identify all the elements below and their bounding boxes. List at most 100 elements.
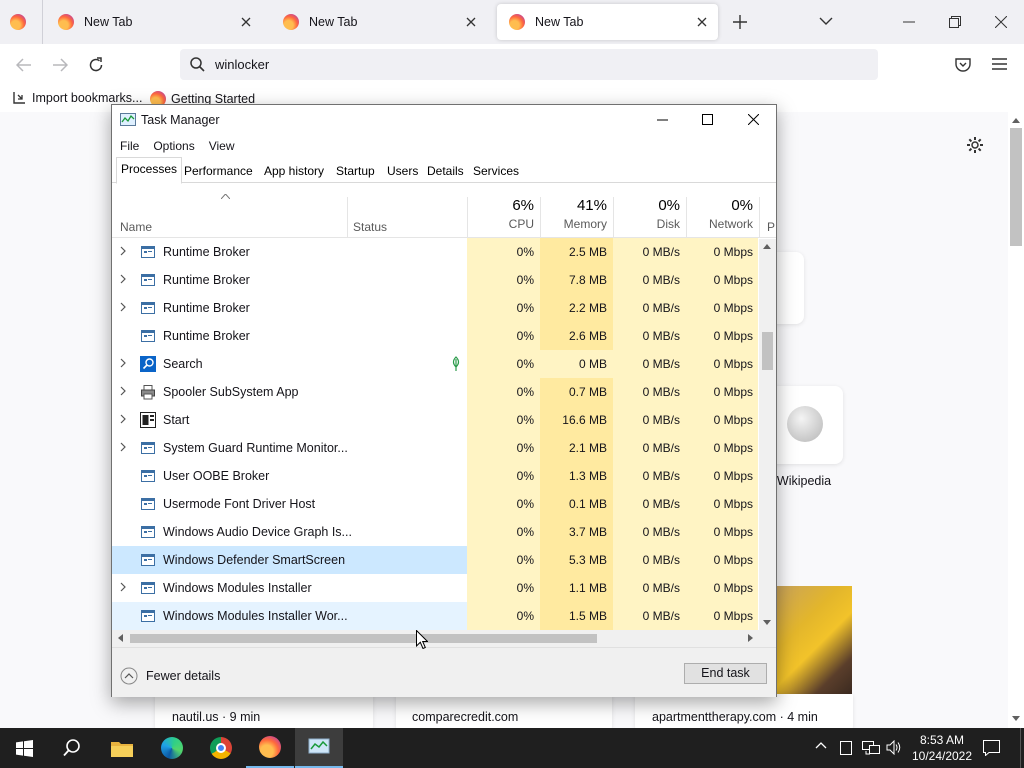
forward-icon[interactable] <box>52 58 68 72</box>
memory-cell: 16.6 MB <box>562 413 607 427</box>
search-icon[interactable] <box>48 728 96 768</box>
browser-tab[interactable]: New Tab <box>46 4 262 40</box>
firefox-icon[interactable] <box>246 728 294 768</box>
expand-chevron-icon[interactable] <box>120 302 126 312</box>
task-manager-icon[interactable] <box>295 728 343 768</box>
pocket-icon[interactable] <box>955 57 971 72</box>
chrome-icon[interactable] <box>197 728 245 768</box>
settings-gear-icon[interactable] <box>966 136 984 154</box>
process-row[interactable]: User OOBE Broker 0% 1.3 MB 0 MB/s 0 Mbps <box>112 462 758 490</box>
maximize-icon[interactable] <box>702 114 713 125</box>
show-desktop-button[interactable] <box>1020 728 1024 768</box>
expand-chevron-icon[interactable] <box>120 442 126 452</box>
end-task-button[interactable]: End task <box>684 663 767 684</box>
horizontal-scrollbar[interactable] <box>112 630 776 647</box>
new-tab-icon[interactable] <box>733 15 747 29</box>
column-cpu[interactable]: 6% CPU <box>468 197 534 231</box>
tablet-icon[interactable] <box>840 741 852 755</box>
expand-chevron-icon[interactable] <box>120 386 126 396</box>
tab-processes[interactable]: Processes <box>116 157 183 184</box>
disk-cell: 0 MB/s <box>642 273 680 287</box>
browser-tab[interactable]: New Tab <box>271 4 487 40</box>
menu-file[interactable]: File <box>120 135 139 157</box>
horizontal-scroll-thumb[interactable] <box>130 634 597 643</box>
network-icon[interactable] <box>862 741 880 755</box>
menu-options[interactable]: Options <box>153 135 194 157</box>
sort-up-icon <box>221 194 230 199</box>
network-label: Network <box>708 217 753 231</box>
process-row[interactable]: Windows Modules Installer 0% 1.1 MB 0 MB/s 0… <box>112 574 758 602</box>
hamburger-menu-icon[interactable] <box>992 58 1007 70</box>
import-bookmarks-link[interactable]: Import bookmarks... <box>12 91 142 105</box>
process-row[interactable]: Runtime Broker 0% 2.6 MB 0 MB/s 0 Mbps <box>112 322 758 350</box>
windows-start-icon[interactable] <box>0 728 48 768</box>
url-text[interactable]: winlocker <box>215 57 269 72</box>
tab-app-history[interactable]: App history <box>259 159 329 183</box>
clock[interactable]: 8:53 AM 10/24/2022 <box>910 732 974 764</box>
column-network[interactable]: 0% Network <box>687 197 753 231</box>
reload-icon[interactable] <box>88 57 104 73</box>
close-tab-icon[interactable] <box>234 10 258 34</box>
vertical-scrollbar[interactable] <box>759 239 776 630</box>
title-bar[interactable]: Task Manager <box>112 105 776 135</box>
cpu-cell: 0% <box>516 581 534 595</box>
tab-startup[interactable]: Startup <box>331 159 380 183</box>
network-cell: 0 Mbps <box>713 301 753 315</box>
fewer-details-toggle[interactable]: Fewer details <box>120 667 220 685</box>
process-row[interactable]: Runtime Broker 0% 2.5 MB 0 MB/s 0 Mbps <box>112 238 758 266</box>
network-cell: 0 Mbps <box>713 581 753 595</box>
network-total: 0% <box>731 197 753 214</box>
show-hidden-icons-chevron-icon[interactable] <box>815 742 827 749</box>
tab-details[interactable]: Details <box>422 159 469 183</box>
column-status[interactable]: Status <box>353 220 387 234</box>
restore-icon[interactable] <box>949 16 961 28</box>
minimize-icon[interactable] <box>903 21 915 23</box>
network-cell: 0 Mbps <box>713 273 753 287</box>
column-disk[interactable]: 0% Disk <box>614 197 680 231</box>
expand-chevron-icon[interactable] <box>120 246 126 256</box>
story-thumbnail-image[interactable] <box>777 586 852 694</box>
process-row[interactable]: Runtime Broker 0% 7.8 MB 0 MB/s 0 Mbps <box>112 266 758 294</box>
process-row[interactable]: Windows Defender SmartScreen 0% 5.3 MB 0 MB… <box>112 546 758 574</box>
process-row[interactable]: System Guard Runtime Monitor... 0% 2.1 MB 0… <box>112 434 758 462</box>
list-tabs-chevron-icon[interactable] <box>819 17 833 26</box>
tab-performance[interactable]: Performance <box>179 159 258 183</box>
back-icon[interactable] <box>16 58 32 72</box>
expand-chevron-icon[interactable] <box>120 274 126 284</box>
expand-chevron-icon[interactable] <box>120 582 126 592</box>
column-memory[interactable]: 41% Memory <box>541 197 607 231</box>
process-row[interactable]: Windows Modules Installer Wor... 0% 1.5 MB… <box>112 602 758 630</box>
story-source: comparecredit.com <box>412 710 519 724</box>
firefox-view-icon[interactable] <box>10 14 26 30</box>
page-scrollbar[interactable] <box>1008 112 1024 728</box>
app-window-icon <box>140 440 156 456</box>
close-tab-icon[interactable] <box>690 10 714 34</box>
column-name[interactable]: Name <box>120 220 152 234</box>
process-row[interactable]: Usermode Font Driver Host 0% 0.1 MB 0 MB/s 0… <box>112 490 758 518</box>
notifications-icon[interactable] <box>983 740 1000 756</box>
process-row[interactable]: Search 0% 0 MB 0 MB/s 0 Mbps <box>112 350 758 378</box>
tab-services[interactable]: Services <box>468 159 524 183</box>
app-window-icon <box>140 552 156 568</box>
edge-icon[interactable] <box>148 728 196 768</box>
menu-view[interactable]: View <box>209 135 235 157</box>
browser-tab-active[interactable]: New Tab <box>497 4 718 40</box>
expand-chevron-icon[interactable] <box>120 358 126 368</box>
process-row[interactable]: Windows Audio Device Graph Is... 0% 3.7 MB… <box>112 518 758 546</box>
minimize-icon[interactable] <box>657 119 668 121</box>
process-row[interactable]: Spooler SubSystem App 0% 0.7 MB 0 MB/s 0 Mbp… <box>112 378 758 406</box>
expand-chevron-icon[interactable] <box>120 414 126 424</box>
url-bar[interactable] <box>180 49 878 80</box>
tab-users[interactable]: Users <box>382 159 423 183</box>
cpu-cell: 0% <box>516 273 534 287</box>
process-row[interactable]: Start 0% 16.6 MB 0 MB/s 0 Mbps <box>112 406 758 434</box>
file-explorer-icon[interactable] <box>98 728 146 768</box>
close-tab-icon[interactable] <box>459 10 483 34</box>
close-window-icon[interactable] <box>995 16 1007 28</box>
column-power[interactable]: P <box>767 220 775 234</box>
vertical-scroll-thumb[interactable] <box>762 332 773 370</box>
process-list: Runtime Broker 0% 2.5 MB 0 MB/s 0 Mbps Runtim… <box>112 238 758 630</box>
process-row[interactable]: Runtime Broker 0% 2.2 MB 0 MB/s 0 Mbps <box>112 294 758 322</box>
close-icon[interactable] <box>748 114 759 125</box>
volume-icon[interactable] <box>886 740 902 755</box>
